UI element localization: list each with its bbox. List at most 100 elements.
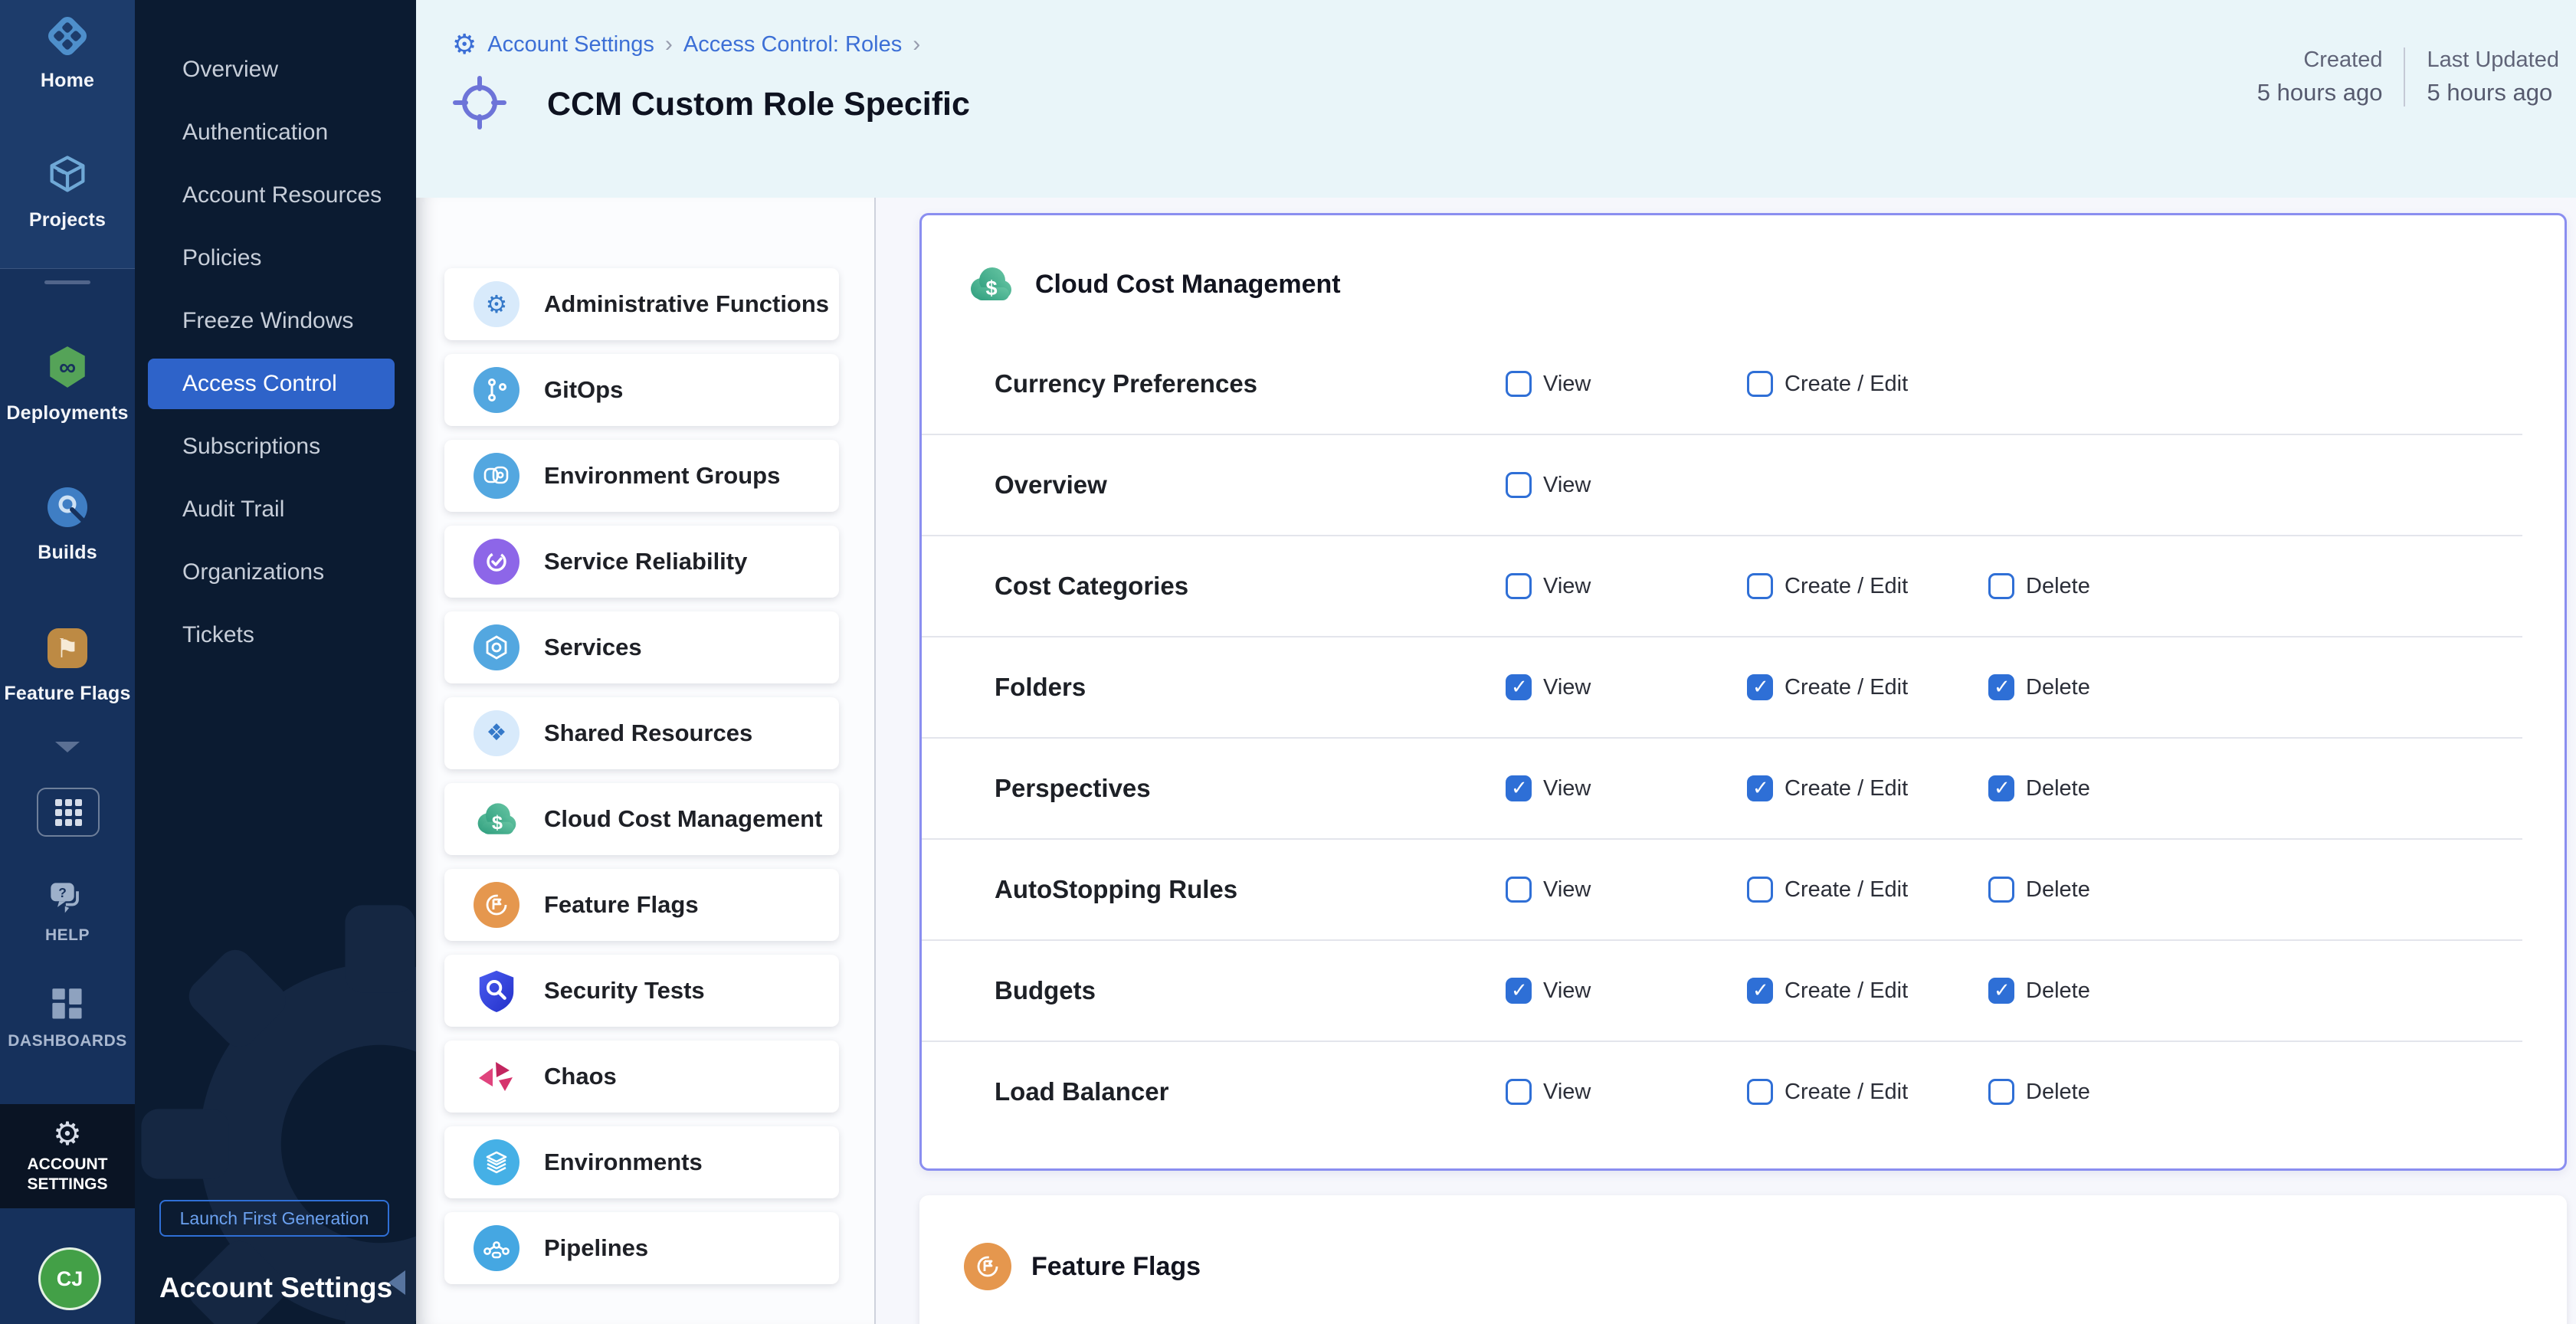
deployments-icon: ∞ (44, 343, 91, 395)
resource-group-pipelines[interactable]: Pipelines (444, 1212, 839, 1284)
resource-group-service-reliability[interactable]: Service Reliability (444, 526, 839, 598)
sidebar-item-authentication[interactable]: Authentication (148, 107, 395, 158)
checkbox-delete[interactable] (1988, 674, 2014, 700)
module-picker-button[interactable] (37, 788, 100, 837)
checkbox-label: View (1543, 877, 1591, 903)
resource-group-label: Services (544, 634, 642, 661)
permission-view-option: View (1506, 877, 1747, 903)
permission-create-edit-option: Create / Edit (1747, 978, 1988, 1004)
collapse-sidebar-icon[interactable] (388, 1270, 405, 1295)
sidebar-item-organizations[interactable]: Organizations (148, 547, 395, 598)
resource-group-environments[interactable]: Environments (444, 1126, 839, 1198)
permission-label: AutoStopping Rules (995, 875, 1506, 904)
checkbox-create-edit[interactable] (1747, 978, 1773, 1004)
checkbox-view[interactable] (1506, 775, 1532, 801)
checkbox-view[interactable] (1506, 371, 1532, 397)
checkbox-label: Delete (2026, 776, 2090, 801)
permission-create-edit-option: Create / Edit (1747, 1079, 1988, 1105)
resource-group-shared-resources[interactable]: ❖Shared Resources (444, 697, 839, 769)
role-meta: Created 5 hours ago Last Updated 5 hours… (2257, 48, 2559, 107)
checkbox-create-edit[interactable] (1747, 877, 1773, 903)
meta-divider (2404, 48, 2405, 107)
checkbox-label: Create / Edit (1785, 877, 1908, 903)
checkbox-view[interactable] (1506, 573, 1532, 599)
rail-module-label: Deployments (6, 402, 128, 424)
breadcrumb-separator: › (665, 31, 673, 57)
home-icon (45, 14, 90, 62)
rail-module-deployments[interactable]: ∞ Deployments (0, 343, 135, 424)
checkbox-create-edit[interactable] (1747, 775, 1773, 801)
avatar[interactable]: CJ (38, 1247, 101, 1310)
permission-view-option: View (1506, 1079, 1747, 1105)
rail-module-label: Projects (29, 209, 106, 231)
sidebar-item-freeze-windows[interactable]: Freeze Windows (148, 296, 395, 346)
breadcrumb-access-control-roles[interactable]: Access Control: Roles (683, 32, 902, 57)
checkbox-delete[interactable] (1988, 573, 2014, 599)
checkbox-view[interactable] (1506, 978, 1532, 1004)
sidebar-item-access-control[interactable]: Access Control (148, 359, 395, 409)
page-header: ⚙ Account Settings › Access Control: Rol… (416, 0, 2576, 198)
resource-group-security-tests[interactable]: Security Tests (444, 955, 839, 1027)
permission-create-edit-option: Create / Edit (1747, 775, 1988, 801)
resource-group-administrative-functions[interactable]: ⚙Administrative Functions (444, 268, 839, 340)
dashboards-icon (49, 987, 86, 1026)
resource-group-label: Chaos (544, 1063, 617, 1090)
resource-group-environment-groups[interactable]: Environment Groups (444, 440, 839, 512)
checkbox-view[interactable] (1506, 1079, 1532, 1105)
resource-group-label: Shared Resources (544, 719, 752, 747)
rail-help[interactable]: ? HELP (0, 880, 135, 945)
checkbox-create-edit[interactable] (1747, 674, 1773, 700)
permission-view-option: View (1506, 573, 1747, 599)
checkbox-label: View (1543, 473, 1591, 498)
sidebar-item-audit-trail[interactable]: Audit Trail (148, 484, 395, 535)
resource-group-chaos[interactable]: Chaos (444, 1041, 839, 1113)
checkbox-create-edit[interactable] (1747, 573, 1773, 599)
launch-first-generation-button[interactable]: Launch First Generation (159, 1200, 389, 1237)
permission-label: Overview (995, 470, 1506, 500)
security-tests-icon (474, 968, 519, 1014)
sidebar-item-subscriptions[interactable]: Subscriptions (148, 421, 395, 472)
checkbox-label: Delete (2026, 1080, 2090, 1105)
rail-account-settings[interactable]: ⚙ ACCOUNTSETTINGS (0, 1104, 135, 1208)
rail-expand-modules[interactable] (0, 742, 135, 752)
rail-module-home[interactable]: Home (0, 14, 135, 92)
rail-dashboards[interactable]: DASHBOARDS (0, 987, 135, 1050)
rail-module-builds[interactable]: Builds (0, 484, 135, 564)
cloud-cost-management-panel: $ Cloud Cost Management Currency Prefere… (919, 213, 2567, 1171)
svg-text:⚑: ⚑ (56, 634, 79, 664)
resource-group-cloud-cost-management[interactable]: $Cloud Cost Management (444, 783, 839, 855)
checkbox-create-edit[interactable] (1747, 1079, 1773, 1105)
checkbox-view[interactable] (1506, 674, 1532, 700)
sidebar-item-tickets[interactable]: Tickets (148, 610, 395, 660)
resource-group-services[interactable]: Services (444, 611, 839, 683)
sidebar-item-overview[interactable]: Overview (148, 44, 395, 95)
breadcrumb-account-settings[interactable]: Account Settings (487, 32, 654, 57)
feature-flags-module-icon: ⚑ (44, 625, 90, 675)
created-value: 5 hours ago (2257, 79, 2383, 107)
svg-text:$: $ (985, 277, 997, 300)
resource-group-feature-flags[interactable]: Feature Flags (444, 869, 839, 941)
permission-rows: Currency PreferencesViewCreate / EditOve… (922, 334, 2565, 1142)
checkbox-view[interactable] (1506, 877, 1532, 903)
gear-icon: ⚙ (452, 31, 477, 58)
checkbox-delete[interactable] (1988, 1079, 2014, 1105)
resource-group-gitops[interactable]: GitOps (444, 354, 839, 426)
permissions-area: $ Cloud Cost Management Currency Prefere… (877, 198, 2576, 1324)
sidebar-item-policies[interactable]: Policies (148, 233, 395, 283)
checkbox-label: View (1543, 372, 1591, 397)
rail-module-feature-flags[interactable]: ⚑ Feature Flags (0, 625, 135, 705)
feature-flags-icon (964, 1243, 1011, 1290)
module-rail: Home Projects ∞ Deployments B (0, 0, 135, 1324)
permission-delete-option: Delete (1988, 674, 2230, 700)
checkbox-delete[interactable] (1988, 775, 2014, 801)
checkbox-label: Create / Edit (1785, 1080, 1908, 1105)
sidebar-item-account-resources[interactable]: Account Resources (148, 170, 395, 221)
permission-create-edit-option: Create / Edit (1747, 573, 1988, 599)
checkbox-delete[interactable] (1988, 978, 2014, 1004)
permission-delete-option: Delete (1988, 877, 2230, 903)
checkbox-delete[interactable] (1988, 877, 2014, 903)
rail-module-projects[interactable]: Projects (0, 152, 135, 231)
checkbox-create-edit[interactable] (1747, 371, 1773, 397)
checkbox-view[interactable] (1506, 472, 1532, 498)
svg-text:?: ? (58, 885, 67, 900)
